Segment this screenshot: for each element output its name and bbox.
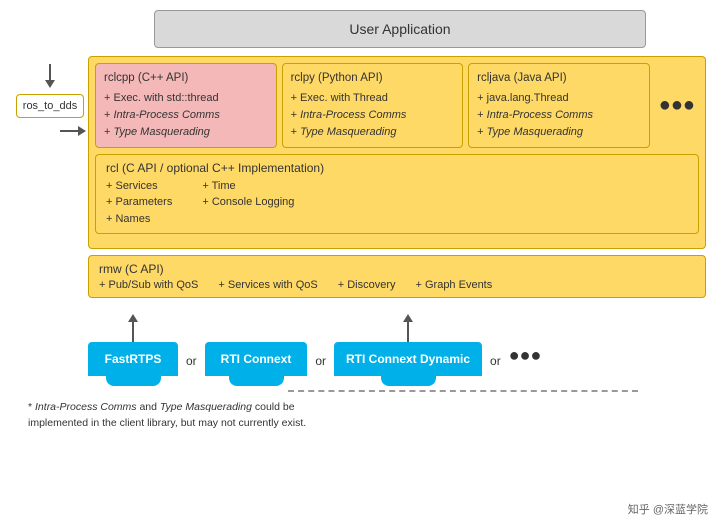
rcl-features-col2: + Time + Console Logging — [202, 178, 294, 228]
ros-to-dds-box: ros_to_dds — [16, 94, 84, 118]
rcljava-box: rcljava (Java API) + java.lang.Thread + … — [468, 63, 650, 148]
rclcpp-feature3: + Type Masquerading — [104, 124, 268, 141]
rclpy-feature1: + Exec. with Thread — [291, 90, 455, 107]
rcljava-feature3: + Type Masquerading — [477, 124, 641, 141]
rti-connext-dyn-tab — [381, 376, 436, 386]
rcl-features-col1: + Services + Parameters + Names — [106, 178, 172, 228]
user-app-box: User Application — [154, 10, 646, 48]
rcljava-title: rcljava (Java API) — [477, 70, 641, 88]
or-label-3: or — [482, 354, 509, 386]
rcljava-feature1: + java.lang.Thread — [477, 90, 641, 107]
or-label-2: or — [307, 354, 334, 386]
rclpy-box: rclpy (Python API) + Exec. with Thread +… — [282, 63, 464, 148]
rmw-box: rmw (C API) + Pub/Sub with QoS + Service… — [88, 255, 706, 298]
rclcpp-feature1: + Exec. with std::thread — [104, 90, 268, 107]
rti-connext-dyn-box: RTI Connext Dynamic — [334, 342, 482, 376]
rclpy-feature2: + Intra-Process Comms — [291, 107, 455, 124]
rclpy-title: rclpy (Python API) — [291, 70, 455, 88]
client-lib-ellipsis: ●●● — [655, 63, 699, 148]
fastrtps-wrapper: FastRTPS — [88, 314, 178, 386]
rclcpp-box: rclcpp (C++ API) + Exec. with std::threa… — [95, 63, 277, 148]
rmw-feature2: + Services with QoS — [218, 279, 317, 291]
diagram-container: User Application ros_to_dds — [0, 0, 720, 525]
rti-connext-dyn-wrapper: RTI Connext Dynamic — [334, 314, 482, 386]
rti-connext-box: RTI Connext — [205, 342, 308, 376]
rmw-feature4: + Graph Events — [416, 279, 493, 291]
rclcpp-feature2: + Intra-Process Comms — [104, 107, 268, 124]
or-label-1: or — [178, 354, 205, 386]
dds-ellipsis: ●●● — [509, 345, 542, 386]
rmw-title: rmw (C API) — [99, 262, 695, 276]
watermark: 知乎 @深蓝学院 — [628, 501, 708, 517]
rcl-title: rcl (C API / optional C++ Implementation… — [106, 161, 688, 175]
rcljava-feature2: + Intra-Process Comms — [477, 107, 641, 124]
fastrtps-box: FastRTPS — [88, 342, 178, 376]
rti-connext-wrapper: RTI Connext — [205, 314, 308, 386]
fastrtps-tab — [106, 376, 161, 386]
rclcpp-title: rclcpp (C++ API) — [104, 70, 268, 88]
rclpy-feature3: + Type Masquerading — [291, 124, 455, 141]
rmw-feature3: + Discovery — [338, 279, 396, 291]
user-app-label: User Application — [349, 21, 450, 37]
rcl-box: rcl (C API / optional C++ Implementation… — [95, 154, 699, 235]
rti-connext-tab — [229, 376, 284, 386]
rmw-feature1: + Pub/Sub with QoS — [99, 279, 198, 291]
ros-to-dds-label: ros_to_dds — [23, 100, 77, 112]
footnote: * Intra-Process Comms and Type Masquerad… — [28, 400, 706, 432]
